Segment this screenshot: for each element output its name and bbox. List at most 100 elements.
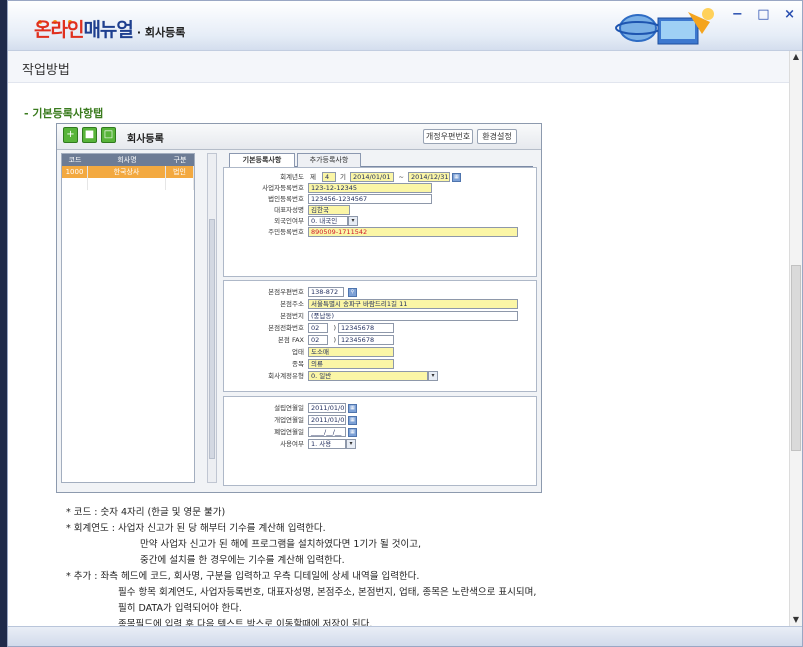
tab-basic[interactable]: 기본등록사항 bbox=[229, 153, 295, 167]
addr-label: 본점주소 bbox=[280, 300, 304, 308]
note-line: 종목필드에 입력 후 다음 텍스트 박스로 이동할때에 저장이 된다. bbox=[118, 619, 373, 626]
note-line: 필히 DATA가 입력되어야 한다. bbox=[118, 603, 242, 614]
header-bar: 온라인매뉴얼 · 회사등록 − □ × bbox=[8, 1, 802, 51]
fiscal-from-field[interactable]: 2014/01/01 bbox=[350, 172, 394, 182]
table-row-empty[interactable] bbox=[62, 178, 194, 190]
save-icon[interactable]: ■ bbox=[82, 127, 97, 143]
app-logo: 온라인매뉴얼 · 회사등록 bbox=[34, 15, 185, 42]
fiscal-tilde: ~ bbox=[398, 173, 404, 181]
tel-paren: ) bbox=[333, 324, 336, 332]
close-label: 폐업연월일 bbox=[274, 428, 304, 436]
tel-number-field[interactable]: 12345678 bbox=[338, 323, 394, 333]
tel-area-field[interactable]: 02 bbox=[308, 323, 328, 333]
calendar-icon[interactable]: ▦ bbox=[348, 416, 357, 425]
date-panel: 설립연월일 2011/01/01 ▦ 개업연월일 2011/01/01 ▦ 폐업… bbox=[223, 396, 537, 486]
grid-header: 코드 회사명 구분 bbox=[62, 154, 194, 166]
instruction-notes: * 코드 : 숫자 4자리 (한글 및 영문 불가) * 회계연도 : 사업자 … bbox=[66, 505, 536, 626]
open-field[interactable]: 2011/01/01 bbox=[308, 415, 346, 425]
fiscal-to-field[interactable]: 2014/12/31 bbox=[408, 172, 450, 182]
chevron-down-icon[interactable]: ▾ bbox=[428, 371, 438, 381]
fiscal-year-row: 회계년도 제 4 기 2014/01/01 ~ 2014/12/31 ▦ bbox=[224, 172, 536, 183]
addr2-field[interactable]: (풍납동) bbox=[308, 311, 518, 321]
scroll-thumb[interactable] bbox=[791, 265, 801, 451]
use-select[interactable]: 1. 사용 bbox=[308, 439, 346, 449]
basic-info-panel: 회계년도 제 4 기 2014/01/01 ~ 2014/12/31 ▦ 사업자… bbox=[223, 167, 537, 277]
addr2-row: 본점번지 (풍납동) bbox=[224, 311, 536, 322]
rep-field[interactable]: 김한국 bbox=[308, 205, 350, 215]
calendar-icon[interactable]: ▦ bbox=[348, 404, 357, 413]
note-line: 필수 항목 회계연도, 사업자등록번호, 대표자성명, 본점주소, 본점번지, … bbox=[118, 587, 537, 598]
close-icon[interactable]: □ bbox=[101, 127, 116, 143]
fax-number-field[interactable]: 12345678 bbox=[338, 335, 394, 345]
zip-code-button[interactable]: 개정우편번호 bbox=[423, 129, 473, 144]
chevron-down-icon[interactable]: ▾ bbox=[346, 439, 356, 449]
grid-header-name: 회사명 bbox=[117, 156, 137, 164]
addr2-label: 본점번지 bbox=[280, 312, 304, 320]
est-row: 설립연월일 2011/01/01 ▦ bbox=[224, 403, 536, 414]
tab-additional[interactable]: 추가등록사항 bbox=[297, 153, 361, 167]
fax-row: 본점 FAX 02 ) 12345678 bbox=[224, 335, 536, 346]
fiscal-number-field[interactable]: 4 bbox=[322, 172, 336, 182]
fiscal-label: 회계년도 bbox=[280, 173, 304, 181]
calendar-icon[interactable]: ▦ bbox=[348, 428, 357, 437]
form-scroll-thumb[interactable] bbox=[209, 219, 215, 459]
rrn-label: 주민등록번호 bbox=[268, 228, 304, 236]
note-line: 만약 사업자 신고가 된 해에 프로그램을 설치하였다면 1기가 될 것이고, bbox=[140, 539, 421, 550]
item-label: 종목 bbox=[292, 360, 304, 368]
zip-field[interactable]: 138-872 bbox=[308, 287, 344, 297]
form-scrollbar[interactable] bbox=[207, 153, 217, 483]
use-row: 사용여부 1. 사용 ▾ bbox=[224, 439, 536, 450]
fiscal-prefix: 제 bbox=[310, 173, 316, 181]
row-type: 법인 bbox=[166, 166, 194, 178]
open-label: 개업연월일 bbox=[274, 416, 304, 424]
fax-area-field[interactable]: 02 bbox=[308, 335, 328, 345]
page-title: 작업방법 bbox=[22, 63, 70, 78]
close-field[interactable]: ____/__/__ bbox=[308, 427, 346, 437]
addr-field[interactable]: 서울특별시 송파구 바람드리1길 11 bbox=[308, 299, 518, 309]
detail-tabs: 기본등록사항 추가등록사항 bbox=[229, 153, 533, 167]
biz-no-row: 사업자등록번호 123-12-12345 bbox=[224, 183, 536, 194]
table-row[interactable]: 1000 한국상사 법인 bbox=[62, 166, 194, 178]
corp-no-field[interactable]: 123456-1234567 bbox=[308, 194, 432, 204]
page-title-bar: 작업방법 bbox=[8, 51, 791, 83]
app-window: 온라인매뉴얼 · 회사등록 − □ × 작업방법 ▲ ▼ - 기본등록사항탭 + … bbox=[7, 0, 803, 647]
fax-paren: ) bbox=[333, 336, 336, 344]
scroll-down-icon[interactable]: ▼ bbox=[790, 614, 802, 626]
header-illustration-icon bbox=[615, 8, 714, 45]
section-heading: - 기본등록사항탭 bbox=[24, 107, 104, 120]
content-area: - 기본등록사항탭 + ■ □ 회사등록 개정우편번호 환경설정 코드 회사명 … bbox=[8, 83, 791, 626]
note-line: 중간에 설치를 한 경우에는 기수를 계산해 입력한다. bbox=[140, 555, 345, 566]
row-name: 한국상사 bbox=[88, 166, 166, 178]
biz-type-label: 업태 bbox=[292, 348, 304, 356]
scroll-up-icon[interactable]: ▲ bbox=[790, 51, 802, 63]
chevron-down-icon[interactable]: ▾ bbox=[348, 216, 358, 226]
acct-type-select[interactable]: 0. 일반 bbox=[308, 371, 428, 381]
address-panel: 본점우편번호 138-872 ⚲ 본점주소 서울특별시 송파구 바람드리1길 1… bbox=[223, 280, 537, 392]
item-field[interactable]: 의류 bbox=[308, 359, 394, 369]
settings-button[interactable]: 환경설정 bbox=[477, 129, 517, 144]
biz-no-field[interactable]: 123-12-12345 bbox=[308, 183, 432, 193]
item-row: 종목 의류 bbox=[224, 359, 536, 370]
calendar-icon[interactable]: ▦ bbox=[452, 173, 461, 182]
company-registration-screen: + ■ □ 회사등록 개정우편번호 환경설정 코드 회사명 구분 1000 한국… bbox=[56, 123, 542, 493]
window-controls[interactable]: − □ × bbox=[732, 7, 800, 22]
fiscal-unit: 기 bbox=[340, 173, 346, 181]
logo-text-red: 온라인 bbox=[34, 19, 84, 41]
addr-row: 본점주소 서울특별시 송파구 바람드리1길 11 bbox=[224, 299, 536, 310]
est-field[interactable]: 2011/01/01 bbox=[308, 403, 346, 413]
logo-text-blue: 매뉴얼 bbox=[83, 19, 133, 41]
biz-type-field[interactable]: 도소매 bbox=[308, 347, 394, 357]
fax-label: 본점 FAX bbox=[277, 336, 304, 344]
foreign-select[interactable]: 0. 내국인 bbox=[308, 216, 348, 226]
note-line: * 코드 : 숫자 4자리 (한글 및 영문 불가) bbox=[66, 507, 226, 518]
tel-row: 본점전화번호 02 ) 12345678 bbox=[224, 323, 536, 334]
biz-type-row: 업태 도소매 bbox=[224, 347, 536, 358]
form-title: 회사등록 bbox=[127, 134, 164, 145]
acct-type-row: 회사계정유형 0. 일반 ▾ bbox=[224, 371, 536, 382]
open-row: 개업연월일 2011/01/01 ▦ bbox=[224, 415, 536, 426]
rrn-field[interactable]: 890509-1711542 bbox=[308, 227, 518, 237]
search-icon[interactable]: ⚲ bbox=[348, 288, 357, 297]
note-line: * 회계연도 : 사업자 신고가 된 당 해부터 기수를 계산해 입력한다. bbox=[66, 523, 326, 534]
close-row: 폐업연월일 ____/__/__ ▦ bbox=[224, 427, 536, 438]
new-icon[interactable]: + bbox=[63, 127, 78, 143]
